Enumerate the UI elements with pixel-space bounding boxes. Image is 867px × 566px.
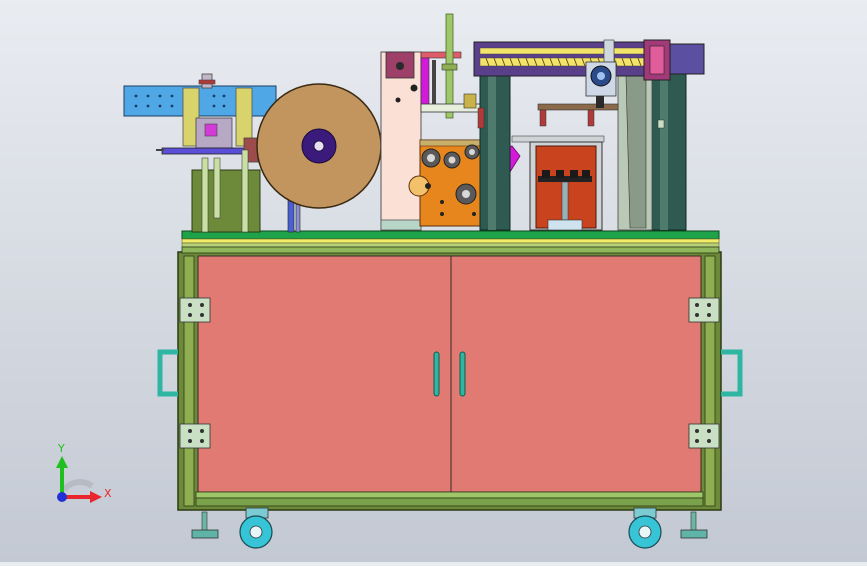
tabletop-edge [181, 246, 720, 254]
caster-left [239, 507, 273, 549]
hinge-top-right [688, 297, 720, 323]
leveling-foot-right [680, 511, 708, 539]
side-handle-right[interactable] [721, 349, 743, 397]
hinge-bottom-left [179, 423, 211, 449]
blue-feed-rail [123, 85, 277, 117]
y-axis-label: Y [57, 442, 65, 455]
hinge-top-left [179, 297, 211, 323]
screw-rail-top [479, 47, 645, 55]
cabinet-door-right[interactable] [450, 255, 702, 493]
cabinet-door-left[interactable] [197, 255, 452, 493]
side-handle-left[interactable] [157, 349, 178, 397]
machine-drawing: Y X [56, 13, 743, 549]
tower-arm [420, 51, 462, 59]
cabinet [157, 251, 743, 511]
cabinet-base-rail [195, 497, 704, 507]
caster-right [628, 507, 662, 549]
tabletop-stripe-1 [181, 238, 720, 244]
z-axis-dot [57, 492, 67, 502]
cabinet-bottom-rail [195, 491, 704, 499]
gantry-motor [669, 43, 705, 75]
cabinet-right-post [704, 255, 716, 507]
leveling-foot-left [191, 511, 219, 539]
door-handle-left[interactable] [433, 351, 440, 397]
cad-viewport[interactable]: Y X [0, 0, 867, 562]
feeder-assembly [123, 73, 277, 233]
pick-arm [537, 103, 619, 111]
coordinate-triad: Y X [56, 442, 112, 503]
mold-top-rail [511, 135, 605, 143]
feeder-plate-2 [235, 87, 253, 147]
tower-panel [380, 51, 422, 231]
tabletop [181, 230, 720, 254]
feet-and-casters [191, 507, 708, 549]
hinge-bottom-right [688, 423, 720, 449]
x-axis-label: X [104, 487, 112, 500]
door-handle-right[interactable] [459, 351, 466, 397]
paper-roll [256, 83, 382, 233]
tabletop-top-plate [181, 230, 720, 240]
tower-hole [410, 84, 418, 92]
tabletop-stripe-2 [181, 242, 720, 248]
cabinet-left-post [183, 255, 195, 507]
mold-press [529, 141, 603, 231]
